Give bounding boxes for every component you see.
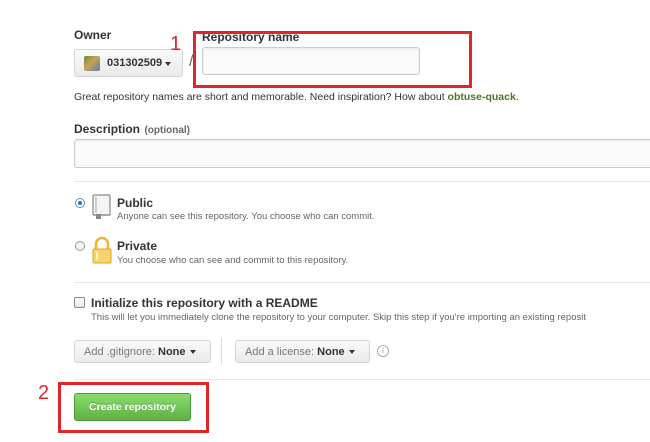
repo-icon bbox=[92, 194, 111, 219]
gitignore-dropdown[interactable]: Add .gitignore: None bbox=[74, 340, 211, 363]
annotation-number-2: 2 bbox=[38, 382, 50, 404]
divider-1 bbox=[74, 181, 650, 182]
readme-title: Initialize this repository with a README bbox=[91, 296, 318, 310]
chevron-down-icon bbox=[165, 62, 171, 66]
private-radio[interactable] bbox=[75, 241, 85, 251]
description-label-text: Description bbox=[74, 122, 141, 136]
chevron-down-icon bbox=[189, 350, 196, 355]
annotation-box-2 bbox=[58, 382, 209, 433]
private-description: You choose who can see and commit to thi… bbox=[117, 255, 349, 266]
description-input[interactable] bbox=[74, 139, 650, 168]
owner-dropdown[interactable]: 031302509 bbox=[74, 49, 183, 77]
name-hint: Great repository names are short and mem… bbox=[74, 91, 519, 103]
divider-2 bbox=[74, 282, 650, 283]
name-hint-text: Great repository names are short and mem… bbox=[74, 91, 448, 103]
gitignore-prefix: Add .gitignore: bbox=[84, 346, 155, 358]
private-title: Private bbox=[117, 239, 158, 253]
description-label: Description (optional) bbox=[74, 120, 190, 138]
owner-label: Owner bbox=[74, 28, 112, 42]
lock-icon bbox=[92, 236, 112, 264]
public-radio[interactable] bbox=[75, 198, 85, 208]
divider-3 bbox=[74, 379, 650, 380]
license-prefix: Add a license: bbox=[245, 346, 315, 358]
owner-avatar bbox=[84, 56, 100, 71]
license-value: None bbox=[317, 346, 345, 358]
readme-checkbox[interactable] bbox=[74, 297, 85, 308]
public-description: Anyone can see this repository. You choo… bbox=[117, 211, 375, 222]
owner-name: 031302509 bbox=[107, 57, 163, 69]
gitignore-value: None bbox=[158, 346, 186, 358]
dropdown-separator bbox=[221, 338, 222, 364]
public-title: Public bbox=[117, 196, 154, 210]
chevron-down-icon bbox=[348, 350, 355, 355]
annotation-box-1 bbox=[193, 31, 472, 88]
license-dropdown[interactable]: Add a license: None bbox=[235, 340, 370, 363]
readme-description: This will let you immediately clone the … bbox=[91, 312, 586, 323]
info-icon[interactable]: i bbox=[377, 345, 389, 357]
annotation-number-1: 1 bbox=[170, 33, 182, 55]
description-optional: (optional) bbox=[144, 125, 191, 136]
name-suggestion-link[interactable]: obtuse-quack bbox=[448, 91, 516, 103]
name-hint-end: . bbox=[515, 91, 519, 103]
